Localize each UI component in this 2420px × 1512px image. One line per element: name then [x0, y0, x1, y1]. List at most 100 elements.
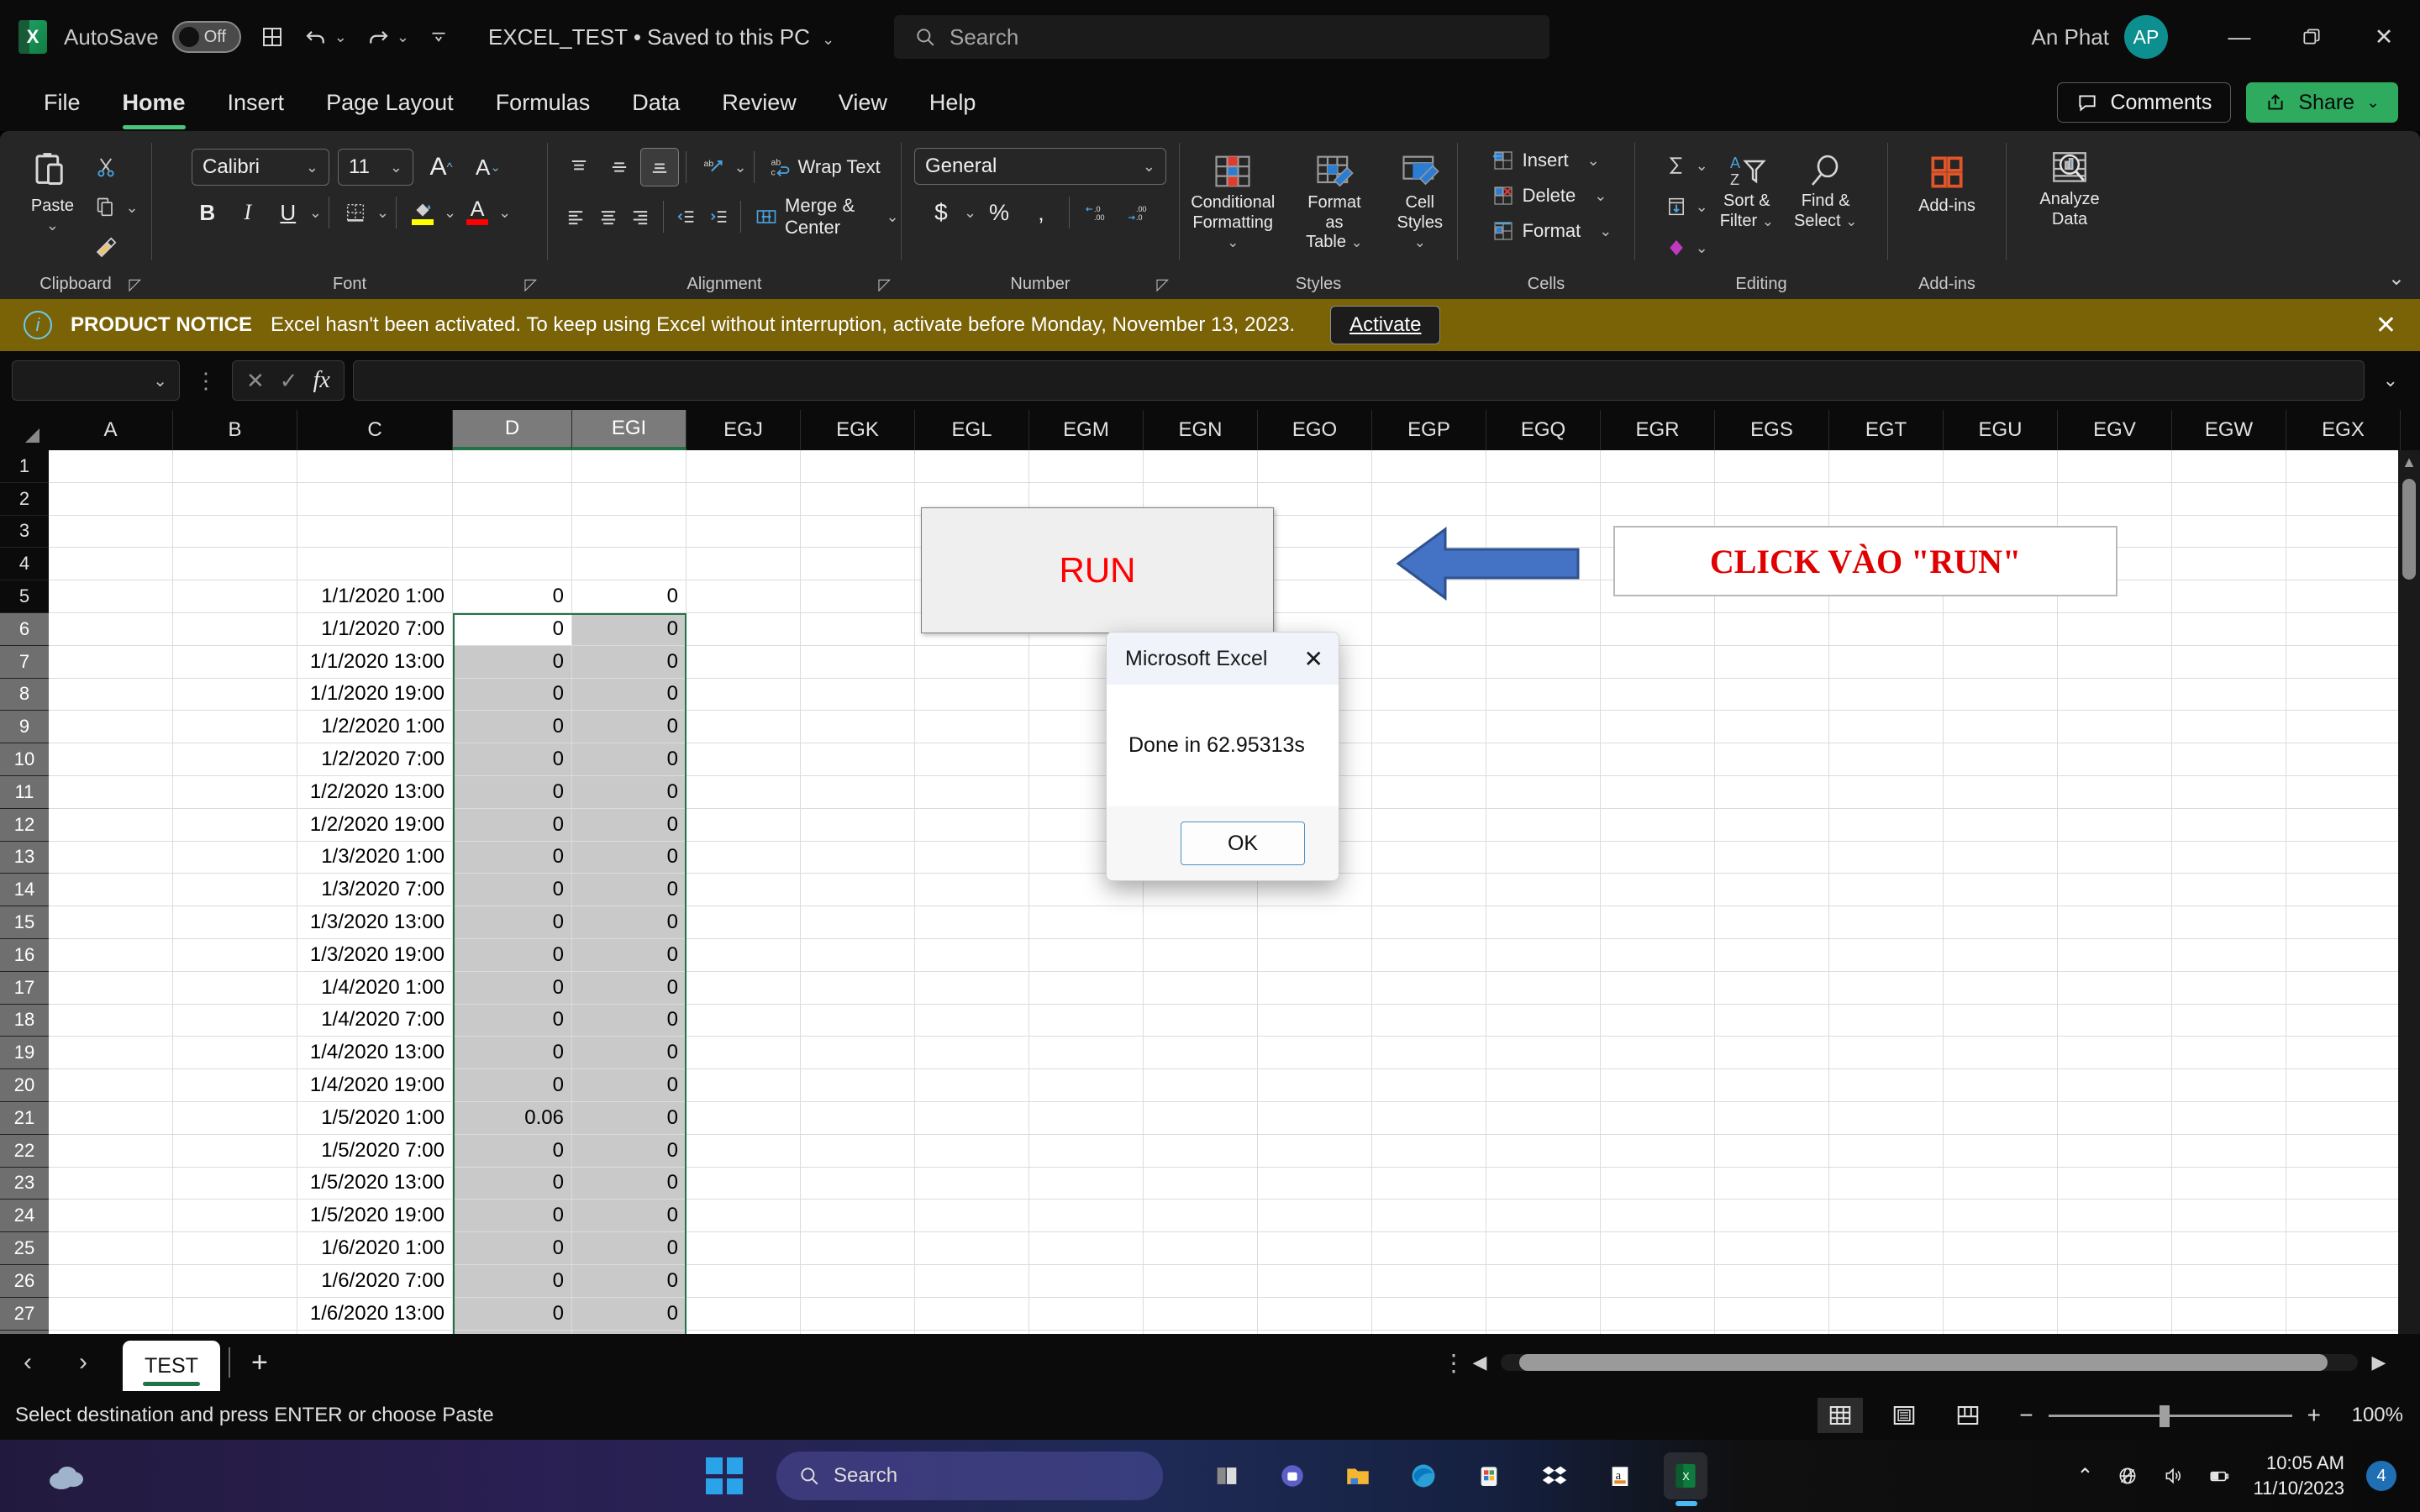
font-color-button[interactable]: A	[458, 193, 497, 232]
cell-EGK19[interactable]	[801, 1037, 915, 1069]
orientation-caret-icon[interactable]: ⌄	[734, 159, 746, 176]
cell-EGL11[interactable]	[915, 775, 1029, 808]
cell-EGI6[interactable]: 0	[572, 612, 687, 645]
cell-D22[interactable]: 0	[453, 1134, 572, 1167]
cell-EGV14[interactable]	[2058, 874, 2172, 906]
table-row[interactable]: 1/4/2020 19:00 0 0	[49, 1069, 2420, 1102]
tab-review[interactable]: Review	[703, 85, 815, 121]
minimize-button[interactable]: —	[2203, 0, 2275, 74]
number-format-select[interactable]: General ⌄	[914, 148, 1166, 185]
cell-EGS26[interactable]	[1715, 1264, 1829, 1297]
cell-EGS27[interactable]	[1715, 1297, 1829, 1330]
cell-EGP23[interactable]	[1372, 1167, 1486, 1200]
cell-EGO20[interactable]	[1258, 1069, 1372, 1101]
cell-B22[interactable]	[173, 1134, 297, 1167]
cell-EGW27[interactable]	[2172, 1297, 2286, 1330]
cell-EGR24[interactable]	[1601, 1200, 1715, 1232]
sort-filter-button[interactable]: A Z Sort & Filter ⌄	[1712, 148, 1782, 234]
row-header-14[interactable]: 14	[0, 874, 49, 907]
cell-EGS8[interactable]	[1715, 678, 1829, 711]
cell-C23[interactable]: 1/5/2020 13:00	[297, 1167, 453, 1200]
format-painter-button[interactable]	[87, 228, 125, 267]
cell-D14[interactable]: 0	[453, 874, 572, 906]
cell-B18[interactable]	[173, 1004, 297, 1037]
cell-EGV22[interactable]	[2058, 1134, 2172, 1167]
cell-EGP11[interactable]	[1372, 775, 1486, 808]
addins-button[interactable]: Add-ins	[1910, 148, 1984, 220]
cell-EGT19[interactable]	[1829, 1037, 1944, 1069]
cell-EGN21[interactable]	[1144, 1101, 1258, 1134]
row-header-26[interactable]: 26	[0, 1264, 49, 1298]
table-row[interactable]: 1/5/2020 19:00 0 0	[49, 1200, 2420, 1233]
cell-EGU17[interactable]	[1944, 971, 2058, 1004]
cell-B3[interactable]	[173, 515, 297, 548]
cell-A14[interactable]	[49, 874, 173, 906]
cell-EGQ21[interactable]	[1486, 1101, 1601, 1134]
column-header-EGK[interactable]: EGK	[801, 410, 915, 450]
cell-EGO4[interactable]	[1258, 548, 1372, 580]
row-header-2[interactable]: 2	[0, 482, 49, 516]
cell-EGU24[interactable]	[1944, 1200, 2058, 1232]
cell-B8[interactable]	[173, 678, 297, 711]
cell-EGI9[interactable]: 0	[572, 711, 687, 743]
cell-EGK16[interactable]	[801, 938, 915, 971]
cell-EGU1[interactable]	[1944, 450, 2058, 482]
table-row[interactable]: 1/4/2020 1:00 0 0	[49, 971, 2420, 1005]
cell-EGR21[interactable]	[1601, 1101, 1715, 1134]
cell-EGU8[interactable]	[1944, 678, 2058, 711]
cell-EGR17[interactable]	[1601, 971, 1715, 1004]
cell-B2[interactable]	[173, 482, 297, 515]
cell-EGW1[interactable]	[2172, 450, 2286, 482]
cell-B14[interactable]	[173, 874, 297, 906]
cell-EGI23[interactable]: 0	[572, 1167, 687, 1200]
cell-EGP6[interactable]	[1372, 612, 1486, 645]
cell-EGW17[interactable]	[2172, 971, 2286, 1004]
cell-EGV10[interactable]	[2058, 743, 2172, 775]
cell-EGQ15[interactable]	[1486, 906, 1601, 938]
cell-EGU12[interactable]	[1944, 808, 2058, 841]
cell-EGK7[interactable]	[801, 645, 915, 678]
cell-EGS22[interactable]	[1715, 1134, 1829, 1167]
fill-caret-icon[interactable]: ⌄	[1696, 198, 1708, 216]
notification-badge[interactable]: 4	[2366, 1461, 2396, 1491]
cell-D23[interactable]: 0	[453, 1167, 572, 1200]
cell-EGK1[interactable]	[801, 450, 915, 482]
cell-EGU27[interactable]	[1944, 1297, 2058, 1330]
cell-EGR27[interactable]	[1601, 1297, 1715, 1330]
cell-C8[interactable]: 1/1/2020 19:00	[297, 678, 453, 711]
comments-button[interactable]: Comments	[2057, 82, 2232, 123]
cell-D4[interactable]	[453, 548, 572, 580]
redo-icon[interactable]: ⌄	[366, 24, 409, 50]
cell-EGT14[interactable]	[1829, 874, 1944, 906]
cell-EGO16[interactable]	[1258, 938, 1372, 971]
font-name-caret-icon[interactable]: ⌄	[306, 159, 318, 176]
cell-B24[interactable]	[173, 1200, 297, 1232]
cell-EGS12[interactable]	[1715, 808, 1829, 841]
cell-EGI18[interactable]: 0	[572, 1004, 687, 1037]
cell-EGI13[interactable]: 0	[572, 841, 687, 874]
cell-EGS17[interactable]	[1715, 971, 1829, 1004]
tab-insert[interactable]: Insert	[209, 85, 303, 121]
avatar[interactable]: AP	[2124, 15, 2168, 59]
font-size-caret-icon[interactable]: ⌄	[390, 159, 402, 176]
cell-EGX24[interactable]	[2286, 1200, 2401, 1232]
tab-home[interactable]: Home	[104, 85, 204, 129]
cell-EGL17[interactable]	[915, 971, 1029, 1004]
cell-EGX3[interactable]	[2286, 515, 2401, 548]
column-header-EGS[interactable]: EGS	[1715, 410, 1829, 450]
cell-EGX8[interactable]	[2286, 678, 2401, 711]
cell-A4[interactable]	[49, 548, 173, 580]
document-title[interactable]: EXCEL_TEST • Saved to this PC ⌄	[488, 24, 834, 50]
activate-button[interactable]: Activate	[1330, 306, 1441, 344]
cell-EGR14[interactable]	[1601, 874, 1715, 906]
tab-data[interactable]: Data	[613, 85, 698, 121]
cell-B13[interactable]	[173, 841, 297, 874]
vertical-scrollbar[interactable]: ▲	[2398, 450, 2420, 1334]
cell-C24[interactable]: 1/5/2020 19:00	[297, 1200, 453, 1232]
cell-EGI26[interactable]: 0	[572, 1264, 687, 1297]
cell-EGO2[interactable]	[1258, 482, 1372, 515]
cell-EGU11[interactable]	[1944, 775, 2058, 808]
cell-EGT20[interactable]	[1829, 1069, 1944, 1101]
cell-EGL22[interactable]	[915, 1134, 1029, 1167]
cell-EGI21[interactable]: 0	[572, 1101, 687, 1134]
